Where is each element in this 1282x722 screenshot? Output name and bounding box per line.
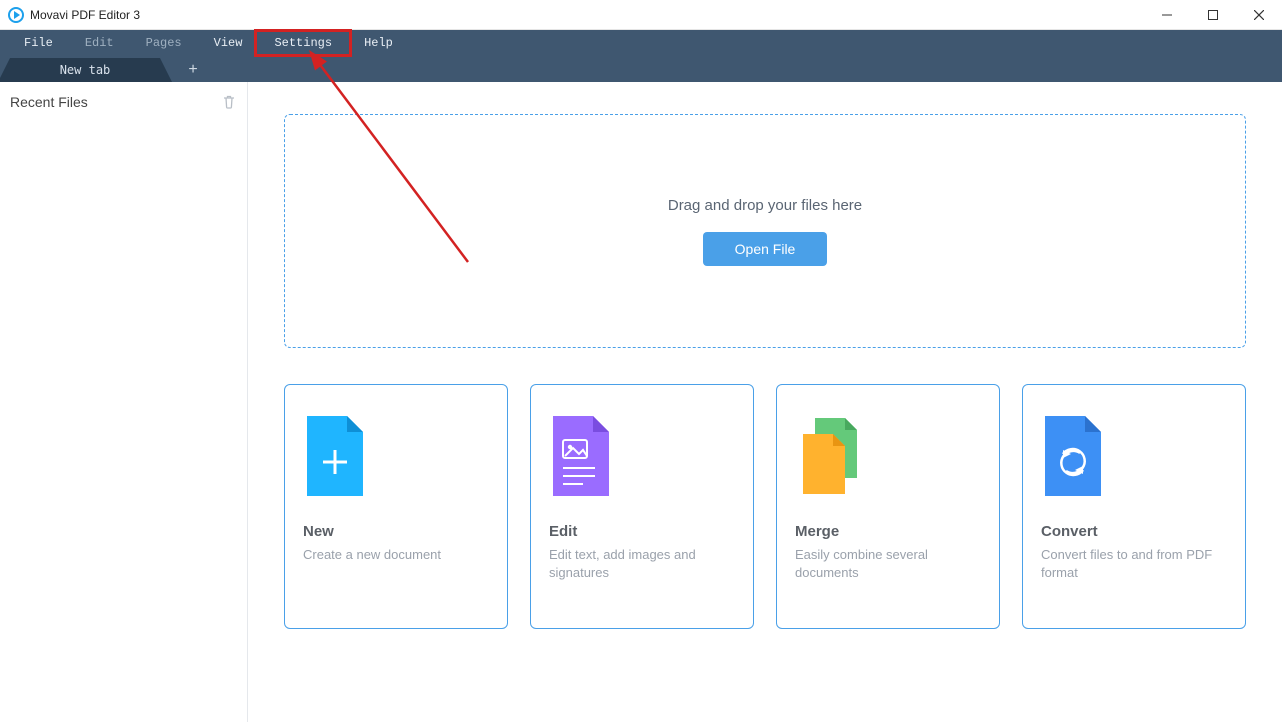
menu-settings[interactable]: Settings xyxy=(258,33,348,53)
card-convert[interactable]: Convert Convert files to and from PDF fo… xyxy=(1022,384,1246,629)
tab-label: New tab xyxy=(60,63,111,77)
card-desc: Edit text, add images and signatures xyxy=(549,546,735,581)
maximize-button[interactable] xyxy=(1190,0,1236,29)
card-title: Edit xyxy=(549,523,735,540)
menubar: File Edit Pages View Settings Help xyxy=(0,30,1282,56)
menu-pages[interactable]: Pages xyxy=(130,33,198,53)
new-tab-button[interactable]: + xyxy=(178,58,208,82)
minimize-button[interactable] xyxy=(1144,0,1190,29)
convert-document-icon xyxy=(1041,407,1227,505)
card-title: New xyxy=(303,523,489,540)
titlebar: Movavi PDF Editor 3 xyxy=(0,0,1282,30)
dropzone-text: Drag and drop your files here xyxy=(668,197,862,214)
card-desc: Easily combine several documents xyxy=(795,546,981,581)
open-file-button[interactable]: Open File xyxy=(703,232,828,266)
close-button[interactable] xyxy=(1236,0,1282,29)
card-title: Merge xyxy=(795,523,981,540)
plus-icon: + xyxy=(188,61,197,79)
menu-edit[interactable]: Edit xyxy=(69,33,130,53)
main-area: Drag and drop your files here Open File … xyxy=(248,82,1282,722)
menu-file[interactable]: File xyxy=(8,33,69,53)
tabstrip: New tab + xyxy=(0,56,1282,82)
edit-document-icon xyxy=(549,407,735,505)
menu-view[interactable]: View xyxy=(198,33,259,53)
sidebar-title: Recent Files xyxy=(10,94,88,110)
action-cards: New Create a new document xyxy=(284,384,1246,629)
card-title: Convert xyxy=(1041,523,1227,540)
merge-documents-icon xyxy=(795,407,981,505)
card-edit[interactable]: Edit Edit text, add images and signature… xyxy=(530,384,754,629)
trash-icon[interactable] xyxy=(221,94,237,110)
card-new[interactable]: New Create a new document xyxy=(284,384,508,629)
dropzone[interactable]: Drag and drop your files here Open File xyxy=(284,114,1246,348)
app-title: Movavi PDF Editor 3 xyxy=(30,8,140,22)
card-desc: Create a new document xyxy=(303,546,489,564)
card-merge[interactable]: Merge Easily combine several documents xyxy=(776,384,1000,629)
sidebar: Recent Files xyxy=(0,82,248,722)
new-document-icon xyxy=(303,407,489,505)
app-logo-icon xyxy=(8,7,24,23)
menu-help[interactable]: Help xyxy=(348,33,409,53)
card-desc: Convert files to and from PDF format xyxy=(1041,546,1227,581)
tab-new[interactable]: New tab xyxy=(10,58,160,82)
